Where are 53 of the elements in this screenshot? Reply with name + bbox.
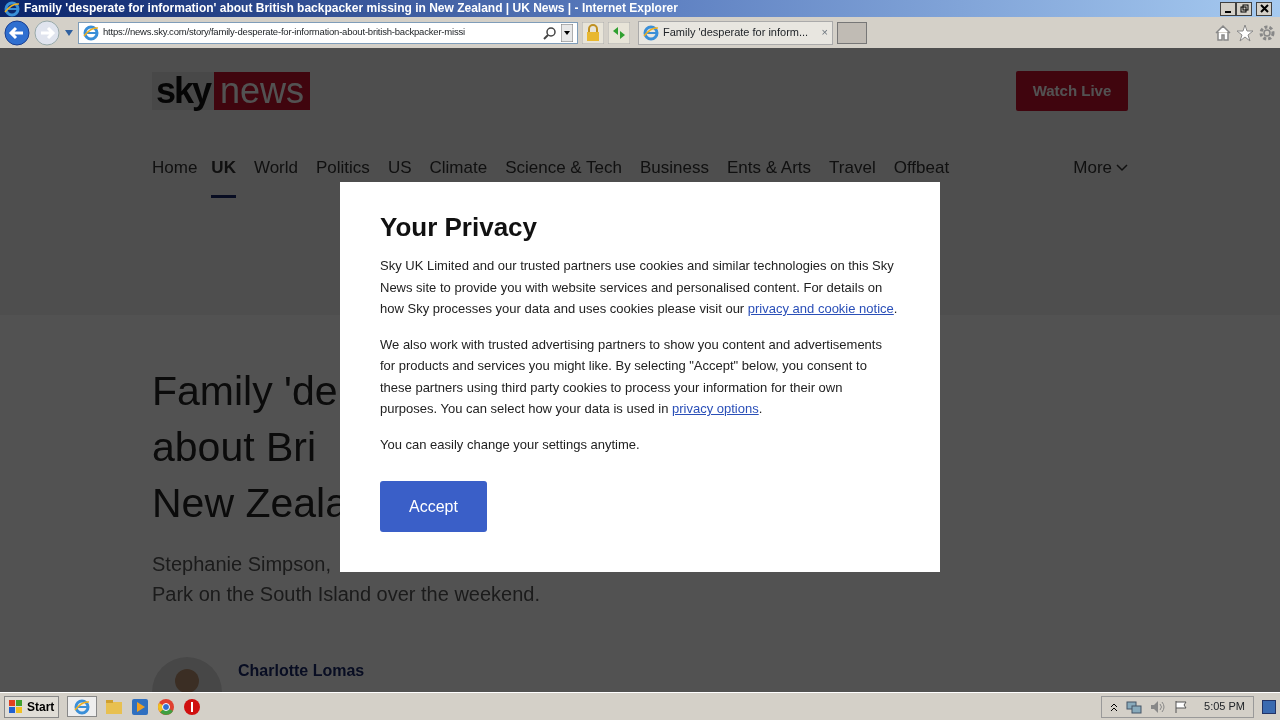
restore-icon [1239, 4, 1249, 14]
new-tab-button[interactable] [837, 21, 867, 44]
nav-link[interactable]: Home [152, 155, 198, 198]
close-button[interactable] [1256, 1, 1272, 16]
network-icon[interactable] [1126, 699, 1143, 714]
star-icon[interactable] [1236, 23, 1254, 42]
dialog-paragraph: You can easily change your settings anytime. [380, 435, 641, 454]
search-icon[interactable] [543, 25, 557, 40]
site-logo[interactable]: sky news [152, 72, 311, 110]
window-title: Family 'desperate for information' about British backpacker missing in New Zealand | UK News | - Internet Explorer [24, 0, 679, 17]
clock[interactable]: 5:05 PM [1204, 698, 1245, 715]
more-menu[interactable]: More [1073, 155, 1128, 198]
privacy-link[interactable]: privacy options [671, 401, 759, 417]
watch-live-button[interactable]: Watch Live [1016, 71, 1128, 111]
taskbar-browser-icon [74, 699, 91, 716]
minimize-button[interactable] [1220, 1, 1236, 16]
browser-tab[interactable]: Family 'desperate for inform... × [638, 20, 833, 45]
windows-logo-icon [9, 699, 23, 714]
back-icon[interactable] [4, 19, 30, 46]
page-icon [83, 24, 99, 41]
address-field[interactable]: https://news.sky.com/story/family-desperate-for-information-about-british-backpacker-missi [78, 21, 578, 44]
chrome-icon[interactable] [157, 697, 176, 716]
minimize-icon [1225, 10, 1231, 13]
close-icon [1259, 4, 1269, 14]
browser-logo-icon [4, 0, 20, 17]
dropdown-icon[interactable] [64, 28, 74, 37]
accept-button[interactable]: Accept [380, 481, 487, 533]
media-player-icon[interactable] [131, 697, 150, 716]
nav-link[interactable]: UK [211, 155, 236, 198]
lock-icon[interactable] [582, 21, 604, 44]
chevron-up-icon[interactable] [1110, 701, 1119, 712]
tab-page-icon [643, 24, 659, 41]
headline-line: about Bri [152, 424, 317, 470]
restore-button[interactable] [1236, 1, 1252, 16]
privacy-link[interactable]: privacy and cookie notice [747, 301, 894, 317]
headline-line: Family 'de [152, 368, 338, 414]
dialog-title: Your Privacy [380, 212, 539, 244]
settings-icon[interactable] [1258, 23, 1276, 42]
dialog-paragraph: We also work with trusted advertising partners to show you content and advertisements for products and services you might like. By selecting "Accept" below, you consent to these partners using third party cookies to process your information for their own purposes. You can select how your data is used in privacy options. [380, 335, 883, 419]
caret-icon[interactable] [561, 23, 573, 42]
nav-link[interactable]: World [253, 155, 298, 198]
taskbar-browser-button[interactable] [67, 695, 98, 718]
refresh-icon[interactable] [608, 21, 630, 44]
stop-icon[interactable] [183, 697, 202, 716]
flag-icon[interactable] [1174, 699, 1189, 714]
tab-close-button[interactable]: × [821, 24, 828, 41]
author-name[interactable]: Charlotte Lomas [238, 659, 365, 683]
start-button[interactable]: Start [4, 695, 60, 718]
show-desktop-button[interactable] [1262, 699, 1276, 714]
speaker-icon[interactable] [1150, 699, 1167, 714]
chevron-icon [1116, 163, 1128, 172]
dialog-paragraph: Sky UK Limited and our trusted partners use cookies and similar technologies on this Sky News site to provide you with website services and personalised content. For details on how Sky processes your data and uses cookies please visit our privacy and cookie notice. [380, 257, 899, 319]
home-icon[interactable] [1214, 23, 1232, 42]
